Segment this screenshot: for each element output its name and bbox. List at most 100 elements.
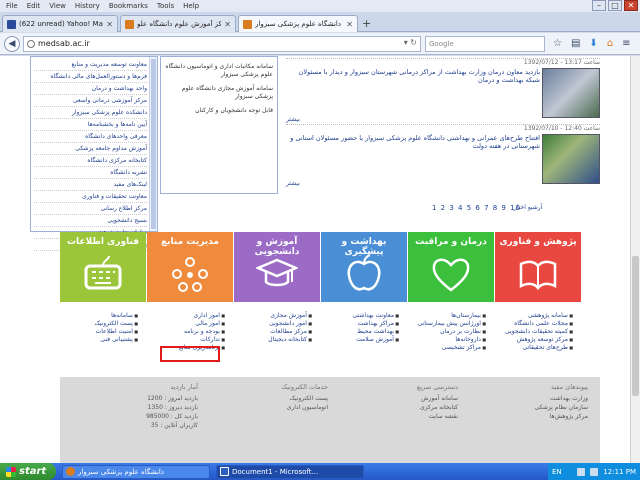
menu-file[interactable]: File: [6, 2, 18, 10]
tile-link[interactable]: کتابخانه دیجیتال: [234, 336, 320, 344]
quick-link-item[interactable]: مرکز اطلاع رسانی: [34, 203, 147, 215]
close-window-button[interactable]: ✕: [624, 0, 638, 11]
tile-link[interactable]: مراکز بهداشت: [321, 320, 407, 328]
tile-link[interactable]: بیمارستان‌ها: [408, 312, 494, 320]
footer-link[interactable]: کاربران آنلاین : 35: [80, 421, 198, 430]
panel-scrollbar[interactable]: [149, 57, 157, 231]
tile-link[interactable]: بهداشت محیط: [321, 328, 407, 336]
menu-tools[interactable]: Tools: [157, 2, 174, 10]
news-more-link[interactable]: بیشتر: [286, 116, 300, 123]
menu-bookmarks[interactable]: Bookmarks: [109, 2, 148, 10]
tile-link[interactable]: سامانه پژوهشی: [495, 312, 581, 320]
tile-link[interactable]: پست الکترونیک: [60, 320, 146, 328]
tile-treatment[interactable]: درمان و مراقبت: [408, 232, 494, 302]
bookmarks-list-icon[interactable]: ▤: [571, 38, 580, 49]
maximize-button[interactable]: □: [608, 0, 622, 11]
home-icon[interactable]: ⌂: [607, 38, 613, 49]
start-button[interactable]: start: [0, 463, 56, 480]
url-bar[interactable]: medsab.ac.ir ▾ ↻: [23, 35, 421, 52]
news-more-link[interactable]: بیشتر: [286, 180, 300, 187]
announcement-item[interactable]: سامانه آموزش مجازی دانشگاه علوم پزشکی سب…: [165, 85, 273, 101]
news-title[interactable]: افتتاح طرح‌های عمرانی و بهداشتی دانشگاه …: [286, 134, 540, 150]
footer-link[interactable]: کتابخانه مرکزی: [340, 403, 458, 412]
tile-link[interactable]: مرکز توسعه پژوهش: [495, 336, 581, 344]
quick-link-item[interactable]: لینک‌های مفید: [34, 179, 147, 191]
tile-link[interactable]: مراکز تشخیصی: [408, 344, 494, 352]
back-button[interactable]: ◀: [4, 35, 20, 52]
tile-resources[interactable]: مدیریت منابع: [147, 232, 233, 302]
tile-link[interactable]: معاونت بهداشتی: [321, 312, 407, 320]
tile-link[interactable]: امور دانشجویی: [234, 320, 320, 328]
news-archive-link[interactable]: آرشیو اخبار: [514, 204, 542, 211]
tab-close-icon[interactable]: ✕: [346, 20, 353, 29]
bookmark-star-icon[interactable]: ☆: [553, 38, 562, 49]
reload-icon[interactable]: ▾ ↻: [404, 38, 417, 47]
footer-link[interactable]: وزارت بهداشت: [470, 394, 588, 403]
quick-link-item[interactable]: واحد بهداشت و درمان: [34, 83, 147, 95]
download-icon[interactable]: ⬇: [589, 38, 597, 49]
news-pager[interactable]: 1 2 3 4 5 6 7 8 9 10: [432, 204, 521, 212]
page-scroll-thumb[interactable]: [632, 256, 639, 396]
footer-link[interactable]: نقشه سایت: [340, 412, 458, 421]
tab-university[interactable]: دانشگاه علوم پزشکی سبزوار ✕: [238, 15, 358, 32]
footer-link[interactable]: بازدید کل : 985000: [80, 412, 198, 421]
search-input[interactable]: Google: [425, 35, 545, 52]
news-title[interactable]: بازدید معاون درمان وزارت بهداشت از مراکز…: [286, 68, 540, 84]
tile-link[interactable]: مرکز مطالعات: [234, 328, 320, 336]
page-scrollbar[interactable]: [630, 56, 640, 463]
menu-help[interactable]: Help: [183, 2, 199, 10]
tile-link[interactable]: آموزش مجازی: [234, 312, 320, 320]
taskbar-firefox[interactable]: دانشگاه علوم پزشکی سبزوار: [62, 464, 210, 479]
quick-link-item[interactable]: مرکز آموزشی درمانی واسعی: [34, 95, 147, 107]
tile-link[interactable]: کمیته تحقیقات دانشجویی: [495, 328, 581, 336]
tab-close-icon[interactable]: ✕: [106, 20, 113, 29]
tab-yahoo-mail[interactable]: (622 unread) Yahoo! Mail ✕: [2, 15, 118, 32]
announcement-item[interactable]: سامانه مکاتبات اداری و اتوماسیون دانشگاه…: [165, 63, 273, 79]
tile-education[interactable]: آموزش و دانشجویی: [234, 232, 320, 302]
news-thumbnail[interactable]: [542, 134, 600, 184]
quick-link-item[interactable]: نشریه دانشگاه: [34, 167, 147, 179]
volume-icon[interactable]: [590, 467, 599, 476]
network-icon[interactable]: [577, 467, 586, 476]
tile-it[interactable]: فناوری اطلاعات: [60, 232, 146, 302]
menu-icon[interactable]: ≡: [622, 38, 630, 49]
tile-link[interactable]: نظارت بر درمان: [408, 328, 494, 336]
footer-link[interactable]: مرکز پژوهش‌ها: [470, 412, 588, 421]
footer-link[interactable]: پست الکترونیک: [210, 394, 329, 403]
tile-link[interactable]: آموزش سلامت: [321, 336, 407, 344]
menu-view[interactable]: View: [49, 2, 66, 10]
news-thumbnail[interactable]: [542, 68, 600, 118]
tile-link[interactable]: امور مالی: [147, 320, 233, 328]
quick-link-item[interactable]: آموزش مداوم جامعه پزشکی: [34, 143, 147, 155]
tile-link[interactable]: اورژانس پیش بیمارستانی: [408, 320, 494, 328]
announcement-item[interactable]: قابل توجه دانشجویان و کارکنان: [165, 107, 273, 115]
quick-link-item[interactable]: آیین نامه‌ها و بخشنامه‌ها: [34, 119, 147, 131]
quick-link-item[interactable]: دانشکده علوم پزشکی سبزوار: [34, 107, 147, 119]
new-tab-button[interactable]: +: [362, 17, 371, 30]
tab-education-center[interactable]: مرکز آموزش علوم دانشگاه علو... ✕: [120, 15, 236, 32]
quick-link-item[interactable]: معاونت توسعه مدیریت و منابع: [34, 59, 147, 71]
tile-link[interactable]: مجلات علمی دانشگاه: [495, 320, 581, 328]
footer-link[interactable]: بازدید امروز : 1200: [80, 394, 198, 403]
tile-link[interactable]: داروخانه‌ها: [408, 336, 494, 344]
menu-history[interactable]: History: [75, 2, 100, 10]
tile-link[interactable]: تدارکات: [147, 336, 233, 344]
tile-health[interactable]: بهداشت و پیشگیری: [321, 232, 407, 302]
taskbar-word[interactable]: Document1 - Microsoft...: [216, 464, 364, 479]
minimize-button[interactable]: –: [592, 0, 606, 11]
tab-close-icon[interactable]: ✕: [224, 20, 231, 29]
quick-link-item[interactable]: معرفی واحدهای دانشگاه: [34, 131, 147, 143]
footer-link[interactable]: اتوماسیون اداری: [210, 403, 328, 412]
quick-link-item[interactable]: معاونت تحقیقات و فناوری: [34, 191, 147, 203]
quick-link-item[interactable]: کتابخانه مرکزی دانشگاه: [34, 155, 147, 167]
menu-edit[interactable]: Edit: [27, 2, 41, 10]
tile-research[interactable]: پژوهش و فناوری: [495, 232, 581, 302]
panel-scroll-thumb[interactable]: [151, 59, 156, 229]
tile-link[interactable]: امنیت اطلاعات: [60, 328, 146, 336]
tile-link[interactable]: امور اداری: [147, 312, 233, 320]
tile-link[interactable]: طرح‌های تحقیقاتی: [495, 344, 581, 352]
tile-link[interactable]: بودجه و برنامه: [147, 328, 233, 336]
footer-link[interactable]: سازمان نظام پزشکی: [470, 403, 588, 412]
quick-link-item[interactable]: بسیج دانشجویی: [34, 215, 147, 227]
footer-link[interactable]: بازدید دیروز : 1350: [80, 403, 198, 412]
